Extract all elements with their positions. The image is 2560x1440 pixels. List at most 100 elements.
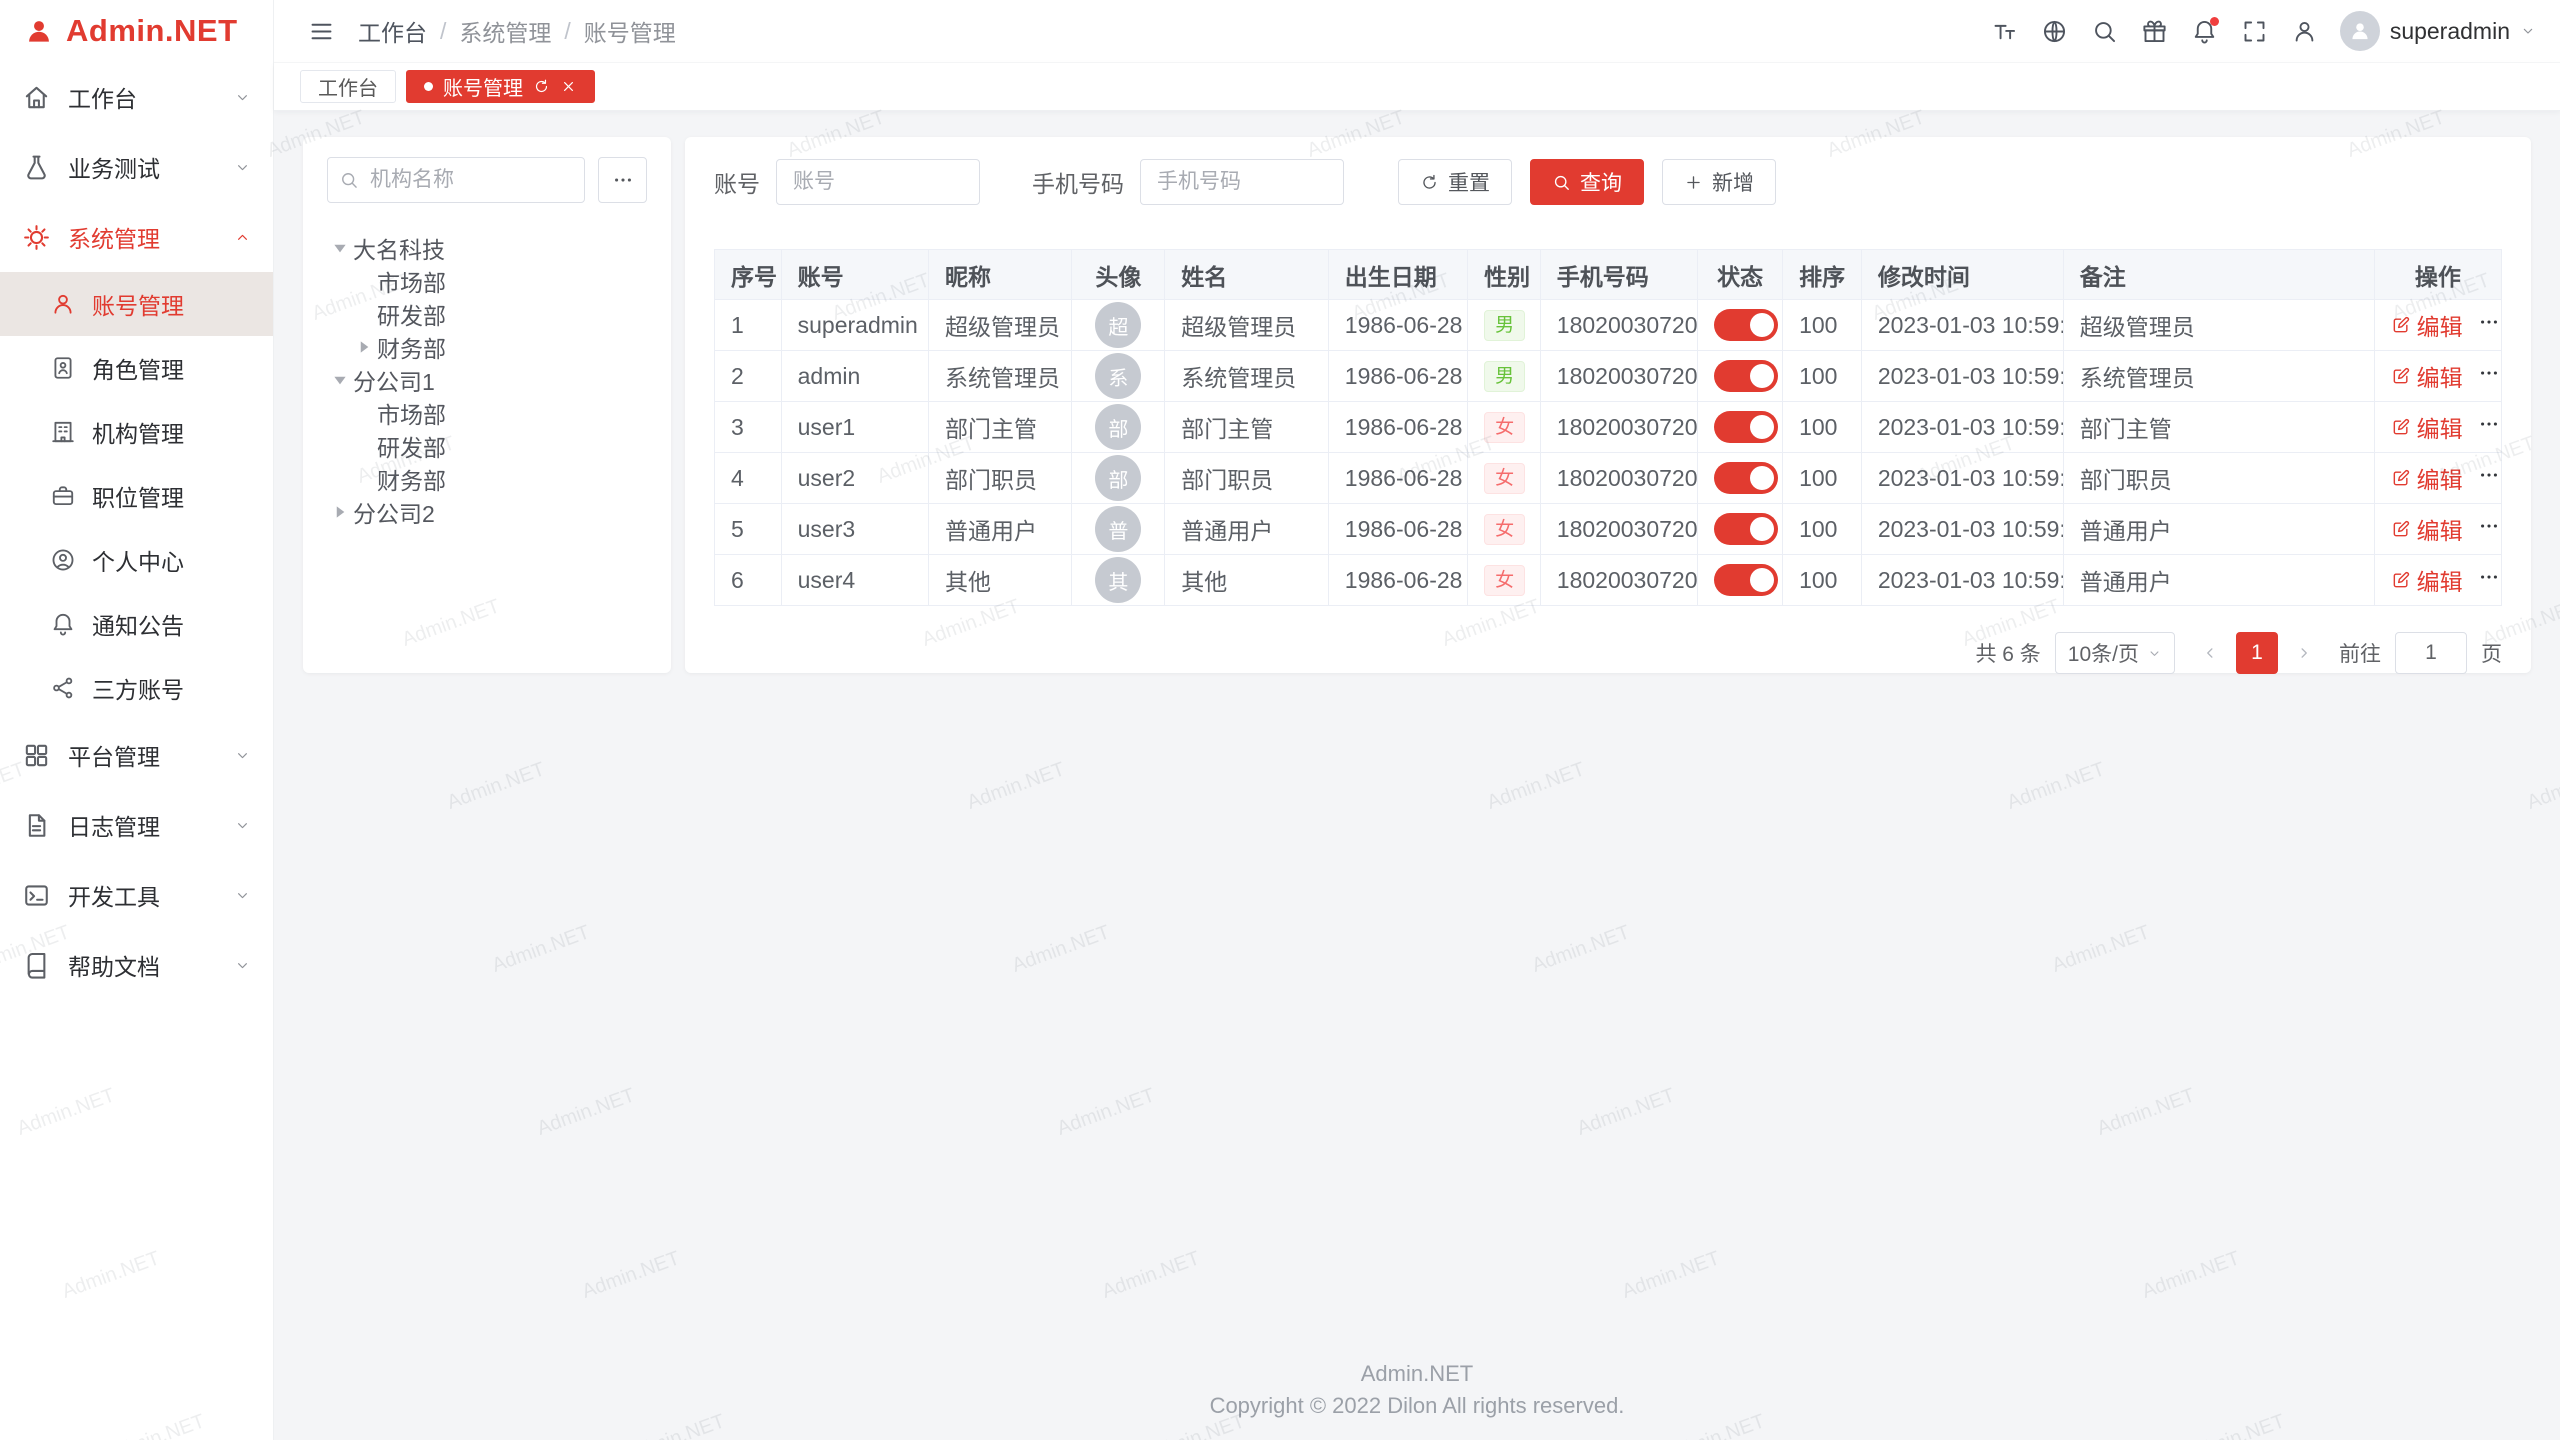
tab-account-management[interactable]: 账号管理 bbox=[406, 70, 595, 103]
breadcrumb-item[interactable]: 工作台 bbox=[358, 14, 427, 48]
caret-right-icon[interactable] bbox=[327, 499, 353, 525]
active-tab-dot bbox=[424, 82, 433, 91]
more-actions-icon[interactable] bbox=[2478, 311, 2500, 339]
sidebar-item-log-management[interactable]: 日志管理 bbox=[0, 790, 273, 860]
globe-icon[interactable] bbox=[2032, 8, 2078, 54]
caret-right-icon[interactable] bbox=[351, 334, 377, 360]
status-toggle[interactable] bbox=[1714, 564, 1778, 596]
main-area: 大名科技市场部研发部财务部分公司1市场部研发部财务部分公司2 账号 手机号码 重… bbox=[274, 111, 2560, 1440]
edit-button[interactable]: 编辑 bbox=[2391, 308, 2463, 342]
breadcrumb-item[interactable]: 系统管理 bbox=[459, 14, 551, 48]
row-avatar: 超 bbox=[1095, 302, 1141, 348]
more-actions-icon[interactable] bbox=[2478, 362, 2500, 390]
gender-badge: 女 bbox=[1484, 565, 1525, 596]
flask-icon bbox=[22, 153, 51, 182]
more-actions-icon[interactable] bbox=[2478, 464, 2500, 492]
tree-node[interactable]: 财务部 bbox=[327, 330, 647, 363]
edit-button[interactable]: 编辑 bbox=[2391, 512, 2463, 546]
sidebar-item-notice-announcement[interactable]: 通知公告 bbox=[0, 592, 273, 656]
sidebar-item-system-management[interactable]: 系统管理 bbox=[0, 202, 273, 272]
font-size-icon[interactable] bbox=[1982, 8, 2028, 54]
account-filter-input[interactable] bbox=[776, 159, 980, 205]
column-header: 账号 bbox=[781, 250, 928, 300]
accounts-table: 序号账号昵称头像姓名出生日期性别手机号码状态排序修改时间备注操作 1supera… bbox=[714, 249, 2502, 606]
fullscreen-icon[interactable] bbox=[2232, 8, 2278, 54]
phone-filter-label: 手机号码 bbox=[1032, 165, 1124, 199]
reset-button[interactable]: 重置 bbox=[1398, 159, 1512, 205]
sidebar-item-personal-center[interactable]: 个人中心 bbox=[0, 528, 273, 592]
row-avatar: 普 bbox=[1095, 506, 1141, 552]
logo-text: Admin.NET bbox=[66, 13, 238, 49]
status-toggle[interactable] bbox=[1714, 462, 1778, 494]
table-row: 6user4其他其其他1986-06-28女180200307201002023… bbox=[715, 555, 2502, 606]
refresh-icon bbox=[1420, 173, 1439, 192]
tree-node-label: 研发部 bbox=[377, 297, 446, 331]
caret-down-icon[interactable] bbox=[327, 367, 353, 393]
status-toggle[interactable] bbox=[1714, 513, 1778, 545]
close-icon[interactable] bbox=[560, 78, 577, 95]
sidebar-item-org-management[interactable]: 机构管理 bbox=[0, 400, 273, 464]
add-button[interactable]: 新增 bbox=[1662, 159, 1776, 205]
sidebar-item-account-management[interactable]: 账号管理 bbox=[0, 272, 273, 336]
content-column: 工作台/系统管理/账号管理 superadmin 工作台账号管理 bbox=[274, 0, 2560, 1440]
sidebar-item-dev-tools[interactable]: 开发工具 bbox=[0, 860, 273, 930]
tree-node[interactable]: 财务部 bbox=[327, 462, 647, 495]
edit-button[interactable]: 编辑 bbox=[2391, 359, 2463, 393]
column-header: 排序 bbox=[1783, 250, 1862, 300]
username: superadmin bbox=[2390, 18, 2510, 45]
sidebar-item-business-test[interactable]: 业务测试 bbox=[0, 132, 273, 202]
org-search-input[interactable] bbox=[327, 157, 585, 203]
pager: 1 bbox=[2189, 632, 2325, 674]
sidebar-item-workbench[interactable]: 工作台 bbox=[0, 62, 273, 132]
more-actions-icon[interactable] bbox=[2478, 515, 2500, 543]
sidebar-item-role-management[interactable]: 角色管理 bbox=[0, 336, 273, 400]
sidebar: Admin.NET 工作台业务测试系统管理账号管理角色管理机构管理职位管理个人中… bbox=[0, 0, 274, 1440]
share-icon bbox=[50, 675, 76, 701]
current-page-button[interactable]: 1 bbox=[2236, 632, 2278, 674]
tree-node[interactable]: 大名科技 bbox=[327, 231, 647, 264]
chevron-left-icon bbox=[2201, 644, 2219, 662]
chevron-down-icon bbox=[234, 887, 251, 904]
menu-collapse-icon[interactable] bbox=[298, 8, 344, 54]
bell-icon[interactable] bbox=[2182, 8, 2228, 54]
sidebar-item-help-docs[interactable]: 帮助文档 bbox=[0, 930, 273, 1000]
sidebar-item-position-management[interactable]: 职位管理 bbox=[0, 464, 273, 528]
next-page-button[interactable] bbox=[2283, 632, 2325, 674]
goto-page-input[interactable] bbox=[2395, 632, 2467, 674]
edit-button[interactable]: 编辑 bbox=[2391, 563, 2463, 597]
refresh-icon[interactable] bbox=[533, 78, 550, 95]
caret-down-icon[interactable] bbox=[327, 235, 353, 261]
add-label: 新增 bbox=[1712, 167, 1754, 197]
more-actions-icon[interactable] bbox=[2478, 566, 2500, 594]
pagination-total: 共 6 条 bbox=[1975, 638, 2040, 668]
prev-page-button[interactable] bbox=[2189, 632, 2231, 674]
tree-node[interactable]: 市场部 bbox=[327, 396, 647, 429]
breadcrumb-item[interactable]: 账号管理 bbox=[584, 14, 676, 48]
tree-node[interactable]: 研发部 bbox=[327, 297, 647, 330]
edit-button[interactable]: 编辑 bbox=[2391, 410, 2463, 444]
tree-node[interactable]: 研发部 bbox=[327, 429, 647, 462]
tree-node[interactable]: 分公司2 bbox=[327, 495, 647, 528]
edit-button[interactable]: 编辑 bbox=[2391, 461, 2463, 495]
search-button[interactable]: 查询 bbox=[1530, 159, 1644, 205]
tree-more-button[interactable] bbox=[598, 157, 647, 203]
tree-node[interactable]: 分公司1 bbox=[327, 363, 647, 396]
tab-workbench[interactable]: 工作台 bbox=[300, 70, 396, 103]
tree-node-label: 财务部 bbox=[377, 462, 446, 496]
user-icon[interactable] bbox=[2282, 8, 2328, 54]
edit-icon bbox=[2391, 519, 2411, 539]
status-toggle[interactable] bbox=[1714, 411, 1778, 443]
gift-icon[interactable] bbox=[2132, 8, 2178, 54]
sidebar-item-platform-management[interactable]: 平台管理 bbox=[0, 720, 273, 790]
status-toggle[interactable] bbox=[1714, 360, 1778, 392]
more-actions-icon[interactable] bbox=[2478, 413, 2500, 441]
user-menu[interactable]: superadmin bbox=[2340, 11, 2536, 51]
edit-icon bbox=[2391, 468, 2411, 488]
status-toggle[interactable] bbox=[1714, 309, 1778, 341]
page-size-select[interactable]: 10条/页 bbox=[2055, 632, 2175, 674]
phone-filter-input[interactable] bbox=[1140, 159, 1344, 205]
tree-node[interactable]: 市场部 bbox=[327, 264, 647, 297]
search-icon[interactable] bbox=[2082, 8, 2128, 54]
chevron-down-icon bbox=[234, 957, 251, 974]
sidebar-item-third-party-account[interactable]: 三方账号 bbox=[0, 656, 273, 720]
